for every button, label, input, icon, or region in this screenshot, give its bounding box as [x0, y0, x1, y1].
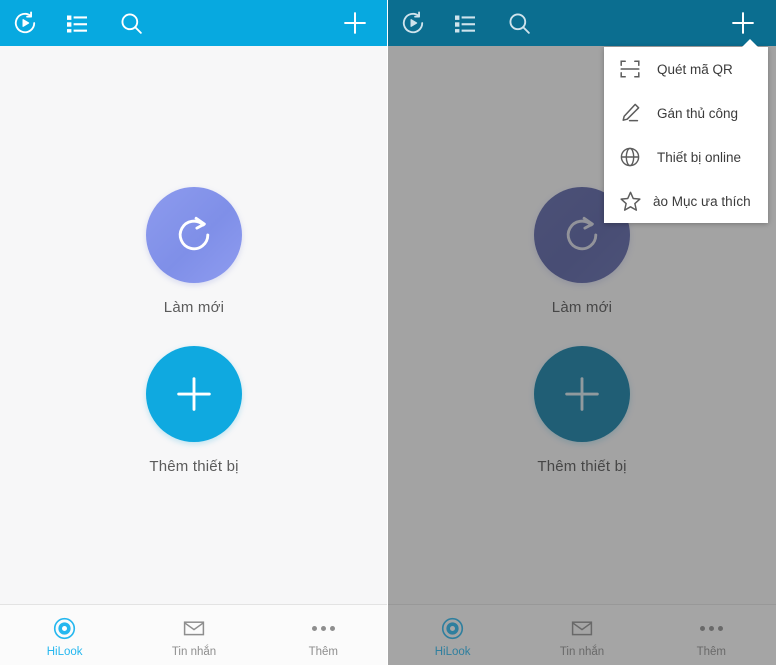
screenshot-root: Làm mới Thêm thiết bị HiLook Tin nhắn Th… — [0, 0, 776, 665]
add-device-circle-dimmed — [534, 346, 630, 442]
tab-messages[interactable]: Tin nhắn — [129, 605, 258, 665]
add-device-button-dimmed[interactable]: Thêm thiết bị — [534, 346, 630, 475]
add-device-button[interactable]: Thêm thiết bị — [146, 346, 242, 475]
add-device-circle — [146, 346, 242, 442]
plus-icon — [177, 377, 211, 411]
star-icon — [615, 186, 645, 216]
hilook-lens-icon — [53, 615, 76, 641]
menu-item-favorites[interactable]: Vào Mục ưa thích — [604, 179, 768, 223]
app-background-right: Làm mới Thêm thiết bị HiLook Tin nhắn Th… — [388, 0, 776, 665]
history-playback-icon[interactable] — [390, 0, 436, 46]
search-icon[interactable] — [108, 0, 154, 46]
bottom-tab-bar-left: HiLook Tin nhắn Thêm — [0, 604, 388, 665]
pencil-edit-icon — [615, 98, 645, 128]
tab-hilook-right[interactable]: HiLook — [388, 605, 517, 665]
qr-scan-icon — [615, 54, 645, 84]
menu-item-manual-add-label: Gán thủ công — [657, 105, 739, 121]
history-playback-icon[interactable] — [2, 0, 48, 46]
tab-hilook-label: HiLook — [46, 646, 83, 658]
menu-item-online-device[interactable]: Thiết bị online — [604, 135, 768, 179]
tab-more-right[interactable]: Thêm — [647, 605, 776, 665]
refresh-label: Làm mới — [163, 299, 225, 316]
panel-divider — [387, 0, 388, 665]
hilook-lens-icon — [441, 615, 464, 641]
phone-screen-right: Làm mới Thêm thiết bị HiLook Tin nhắn Th… — [388, 0, 776, 665]
tab-messages-label: Tin nhắn — [171, 646, 217, 658]
menu-item-scan-qr-label: Quét mã QR — [657, 61, 733, 77]
envelope-icon — [570, 615, 594, 641]
add-icon[interactable] — [332, 0, 378, 46]
add-device-label-dimmed: Thêm thiết bị — [537, 458, 627, 475]
tab-messages-label: Tin nhắn — [559, 646, 605, 658]
refresh-button[interactable]: Làm mới — [146, 187, 242, 316]
tab-more-label: Thêm — [696, 646, 727, 658]
tab-more[interactable]: Thêm — [259, 605, 388, 665]
device-list-icon[interactable] — [442, 0, 488, 46]
menu-item-manual-add[interactable]: Gán thủ công — [604, 91, 768, 135]
tab-more-label: Thêm — [308, 646, 339, 658]
bottom-tab-bar-right: HiLook Tin nhắn Thêm — [388, 604, 776, 665]
more-dots-icon — [699, 615, 723, 641]
main-content-left: Làm mới Thêm thiết bị — [0, 46, 388, 618]
app-bar-right — [388, 0, 776, 46]
phone-screen-left: Làm mới Thêm thiết bị HiLook Tin nhắn Th… — [0, 0, 388, 665]
search-icon[interactable] — [496, 0, 542, 46]
popup-arrow — [741, 39, 759, 48]
menu-item-online-device-label: Thiết bị online — [657, 149, 742, 165]
more-dots-icon — [311, 615, 335, 641]
plus-icon — [565, 377, 599, 411]
tab-messages-right[interactable]: Tin nhắn — [517, 605, 646, 665]
refresh-label-dimmed: Làm mới — [551, 299, 613, 316]
app-bar-left — [0, 0, 388, 46]
app-background-left: Làm mới Thêm thiết bị HiLook Tin nhắn Th… — [0, 0, 388, 665]
menu-item-scan-qr[interactable]: Quét mã QR — [604, 47, 768, 91]
refresh-icon — [178, 216, 210, 251]
device-list-icon[interactable] — [54, 0, 100, 46]
add-device-label: Thêm thiết bị — [149, 458, 239, 475]
refresh-circle — [146, 187, 242, 283]
refresh-icon — [566, 216, 598, 251]
globe-icon — [615, 142, 645, 172]
menu-item-favorites-label: Vào Mục ưa thích — [653, 193, 751, 209]
envelope-icon — [182, 615, 206, 641]
add-device-popup-menu: Quét mã QR Gán thủ công Thiết bị online … — [604, 39, 768, 223]
tab-hilook-label: HiLook — [434, 646, 471, 658]
tab-hilook[interactable]: HiLook — [0, 605, 129, 665]
